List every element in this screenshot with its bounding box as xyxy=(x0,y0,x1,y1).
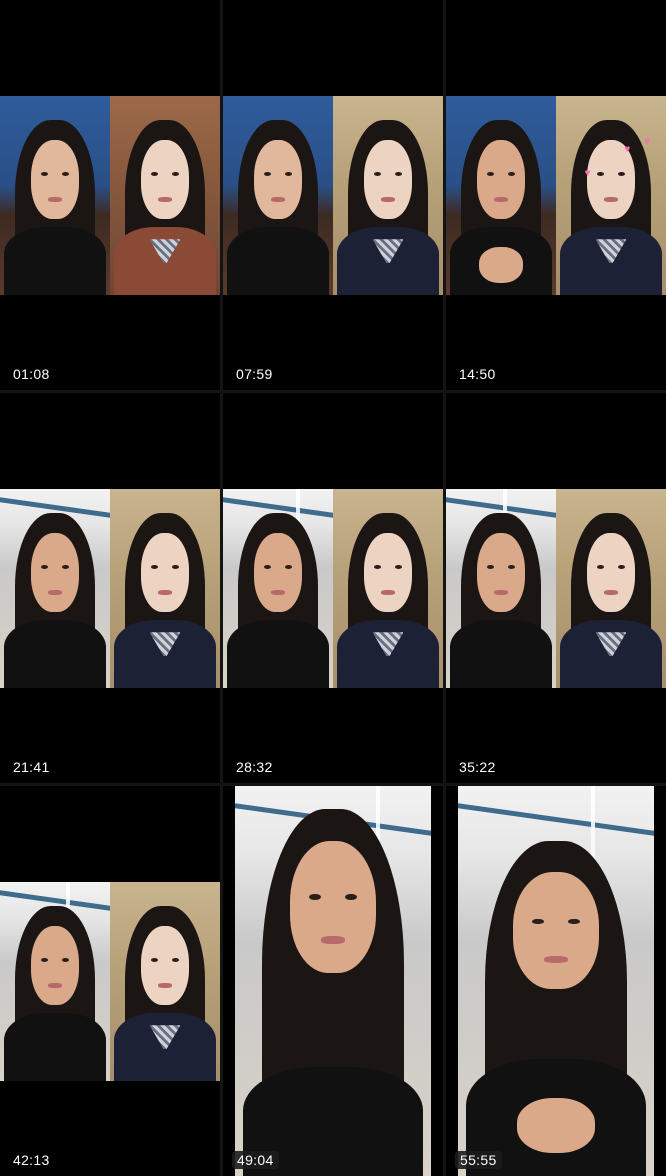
right-video-frame: ♥ ♥ ♥ xyxy=(556,96,666,295)
duration-label: 21:41 xyxy=(13,759,50,775)
duration-label: 01:08 xyxy=(13,366,50,382)
left-video-frame xyxy=(0,96,110,295)
heart-sticker-icon: ♥ xyxy=(644,135,650,147)
split-screen-preview xyxy=(0,96,220,295)
duration-label: 28:32 xyxy=(236,759,273,775)
video-thumbnail[interactable]: 55:55 xyxy=(446,786,666,1176)
split-screen-preview xyxy=(223,96,443,295)
duration-label: 35:22 xyxy=(459,759,496,775)
split-screen-preview: ♥ ♥ ♥ xyxy=(446,96,666,295)
left-video-frame xyxy=(0,489,110,688)
video-thumbnail[interactable]: 28:32 xyxy=(223,393,443,783)
right-video-frame xyxy=(333,489,443,688)
video-thumbnail[interactable]: 07:59 xyxy=(223,0,443,390)
right-video-frame xyxy=(556,489,666,688)
video-thumbnail[interactable]: 35:22 xyxy=(446,393,666,783)
left-video-frame xyxy=(446,489,556,688)
duration-label: 07:59 xyxy=(236,366,273,382)
duration-label: 49:04 xyxy=(232,1151,279,1169)
duration-label: 42:13 xyxy=(13,1152,50,1168)
split-screen-preview xyxy=(446,489,666,688)
right-video-frame xyxy=(110,489,220,688)
split-screen-preview xyxy=(223,489,443,688)
split-screen-preview xyxy=(0,882,220,1081)
video-frame xyxy=(235,786,431,1176)
right-video-frame xyxy=(110,882,220,1081)
video-thumbnail[interactable]: 49:04 xyxy=(223,786,443,1176)
single-video-preview xyxy=(235,786,431,1176)
left-video-frame xyxy=(0,882,110,1081)
video-thumbnail[interactable]: 21:41 xyxy=(0,393,220,783)
video-frame xyxy=(458,786,654,1176)
left-video-frame xyxy=(223,96,333,295)
left-video-frame xyxy=(223,489,333,688)
duration-label: 55:55 xyxy=(455,1151,502,1169)
video-thumbnail[interactable]: 42:13 xyxy=(0,786,220,1176)
right-video-frame xyxy=(110,96,220,295)
video-thumbnail-grid: 01:08 07:59 ♥ ♥ ♥ 14:50 21:41 28:32 35:2… xyxy=(0,0,666,1176)
duration-label: 14:50 xyxy=(459,366,496,382)
split-screen-preview xyxy=(0,489,220,688)
right-video-frame xyxy=(333,96,443,295)
left-video-frame xyxy=(446,96,556,295)
video-thumbnail[interactable]: 01:08 xyxy=(0,0,220,390)
heart-sticker-icon: ♥ xyxy=(624,143,631,155)
single-video-preview xyxy=(458,786,654,1176)
heart-sticker-icon: ♥ xyxy=(584,167,591,179)
video-thumbnail[interactable]: ♥ ♥ ♥ 14:50 xyxy=(446,0,666,390)
